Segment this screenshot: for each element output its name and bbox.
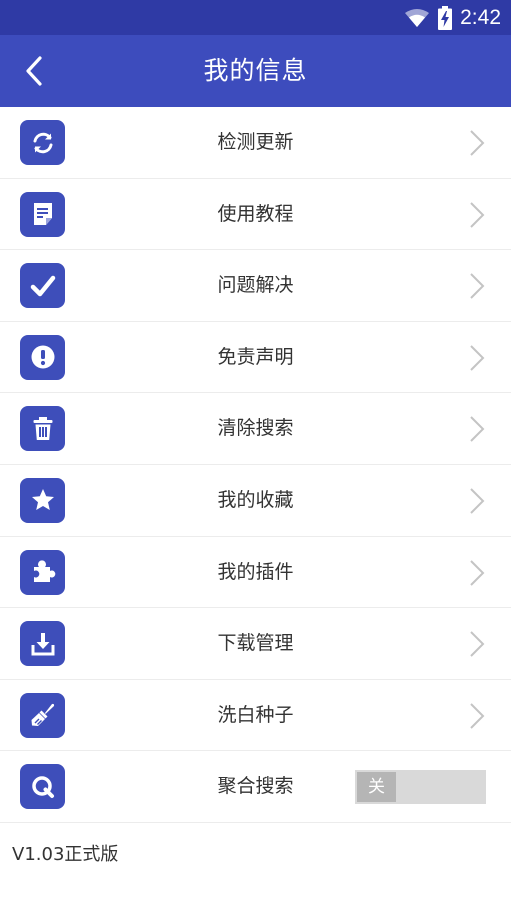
menu-list: 检测更新 使用教程 问题解决 免责声明 清除搜索 我的收藏 我的插件 下载管理 … [0, 107, 511, 823]
menu-item-label: 使用教程 [217, 202, 294, 225]
menu-item-plugins[interactable]: 我的插件 [0, 537, 511, 609]
menu-item-clear-search[interactable]: 清除搜索 [0, 393, 511, 465]
menu-item-label: 下载管理 [217, 632, 294, 655]
chevron-right-icon [470, 201, 485, 228]
page-title: 我的信息 [203, 56, 308, 85]
menu-item-disclaimer[interactable]: 免责声明 [0, 322, 511, 394]
menu-item-label: 洗白种子 [217, 703, 294, 726]
aggregate-search-toggle[interactable]: 关 [355, 770, 486, 805]
menu-item-label: 检测更新 [217, 131, 294, 153]
chevron-right-icon [470, 416, 485, 443]
status-time: 2:42 [460, 5, 501, 29]
chevron-right-icon [470, 631, 485, 657]
chevron-right-icon [470, 703, 485, 729]
status-bar: 2:42 [0, 0, 511, 35]
menu-item-download-manager[interactable]: 下载管理 [0, 608, 511, 680]
chevron-right-icon [470, 130, 485, 156]
menu-item-favorites[interactable]: 我的收藏 [0, 465, 511, 537]
app-bar: 我的信息 [0, 35, 511, 107]
chevron-right-icon [470, 345, 485, 371]
menu-item-label: 我的插件 [217, 560, 294, 583]
version-label: V1.03正式版 [12, 844, 119, 865]
toggle-knob-label: 关 [357, 772, 396, 803]
chevron-right-icon [470, 559, 485, 586]
menu-item-label: 清除搜索 [217, 417, 294, 440]
menu-item-whiten-seeds[interactable]: 洗白种子 [0, 680, 511, 752]
menu-item-tutorial[interactable]: 使用教程 [0, 179, 511, 251]
menu-item-label: 问题解决 [217, 274, 294, 297]
menu-item-aggregate-search: 聚合搜索 关 [0, 751, 511, 823]
chevron-right-icon [470, 273, 485, 299]
menu-item-label: 我的收藏 [217, 488, 294, 511]
battery-charging-icon [438, 5, 453, 30]
wifi-icon [405, 8, 430, 27]
menu-item-check-update[interactable]: 检测更新 [0, 107, 511, 179]
chevron-right-icon [470, 488, 485, 514]
status-icons: 2:42 [404, 0, 501, 35]
menu-item-label: 免责声明 [217, 345, 294, 368]
menu-item-problem-solving[interactable]: 问题解决 [0, 250, 511, 322]
